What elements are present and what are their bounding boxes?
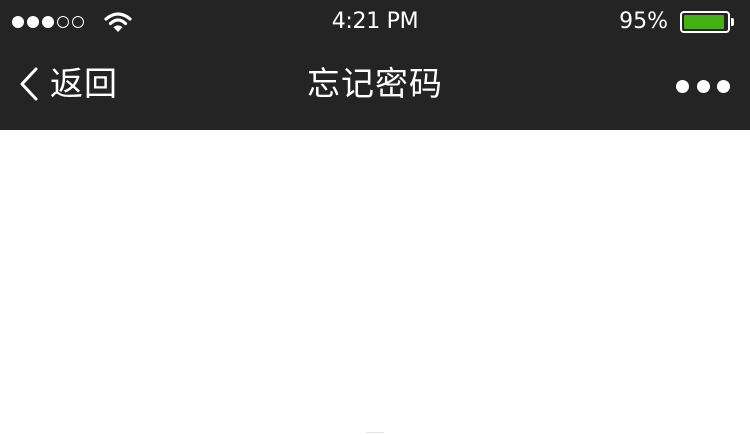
header: 4:21 PM 95% 返回 忘记密码 — [0, 0, 750, 130]
status-bar: 4:21 PM 95% — [0, 0, 750, 44]
battery-level-fill — [684, 15, 724, 29]
more-dots-icon — [696, 79, 710, 93]
more-dots-icon — [717, 79, 730, 93]
more-dots-icon — [676, 79, 689, 93]
navigation-bar: 返回 忘记密码 — [0, 44, 750, 130]
battery-percentage: 95% — [619, 9, 668, 34]
back-button[interactable]: 返回 — [18, 64, 118, 104]
home-indicator — [366, 432, 384, 433]
chevron-left-icon — [20, 67, 38, 101]
screen: 4:21 PM 95% 返回 忘记密码 — [0, 0, 750, 435]
content-area — [0, 130, 750, 435]
battery-terminal — [731, 18, 734, 26]
battery-body — [680, 11, 730, 33]
back-label: 返回 — [50, 64, 118, 103]
battery-icon — [680, 11, 734, 33]
more-button[interactable] — [676, 66, 730, 106]
